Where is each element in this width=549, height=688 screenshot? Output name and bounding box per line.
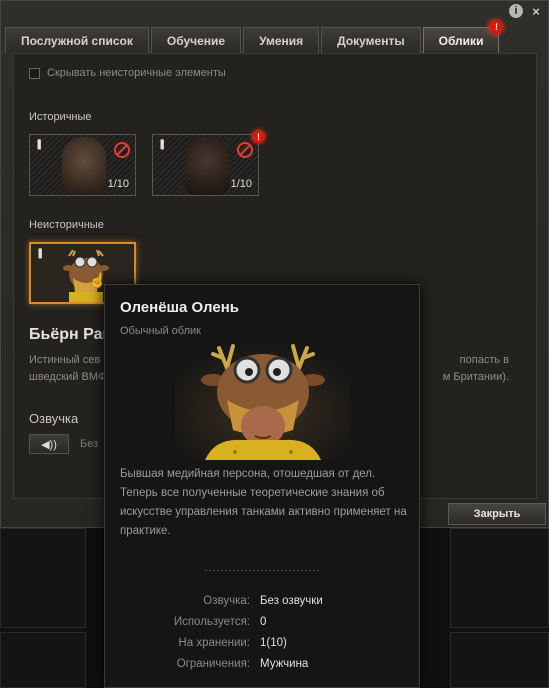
crew-member-name: Бьёрн Рагі bbox=[29, 326, 114, 343]
speaker-icon: ◀)) bbox=[41, 438, 57, 451]
tab-label: Документы bbox=[337, 33, 405, 48]
tooltip-subtitle: Обычный облик bbox=[120, 325, 201, 337]
backdrop-slot bbox=[0, 528, 86, 628]
prop-value: 0 bbox=[260, 615, 267, 628]
lamp-icon: ❚ bbox=[158, 139, 167, 150]
desc-fragment: попасть в bbox=[459, 354, 509, 366]
tooltip-properties: Озвучка: Без озвучки Используется: 0 На … bbox=[105, 590, 421, 674]
tooltip-divider bbox=[205, 570, 321, 571]
close-window-icon[interactable]: × bbox=[529, 4, 543, 19]
tab-alert-badge: ! bbox=[489, 20, 504, 34]
tab-training[interactable]: Обучение bbox=[150, 27, 242, 53]
lamp-icon: ❚ bbox=[35, 139, 44, 150]
skin-alert-badge: ! bbox=[252, 130, 265, 143]
backdrop-slot bbox=[0, 632, 86, 688]
voice-play-button[interactable]: ◀)) bbox=[29, 434, 69, 454]
tooltip-title: Оленёша Олень bbox=[120, 299, 239, 316]
tooltip-portrait bbox=[175, 340, 351, 460]
tooltip-description: Бывшая медийная персона, отошедшая от де… bbox=[120, 468, 407, 537]
tooltip-prop-row: На хранении: 1(10) bbox=[105, 632, 421, 653]
tab-label: Умения bbox=[259, 33, 304, 48]
ban-icon bbox=[114, 142, 130, 158]
skin-count: 1/10 bbox=[230, 178, 252, 190]
info-icon[interactable]: i bbox=[509, 4, 523, 18]
desc-fragment: Истинный сев bbox=[29, 354, 101, 366]
tab-label: Обучение bbox=[166, 33, 226, 48]
backdrop-slot bbox=[450, 632, 549, 688]
tooltip-prop-row: Используется: 0 bbox=[105, 611, 421, 632]
nonhistorical-section-label: Неисторичные bbox=[29, 219, 104, 231]
tab-skins[interactable]: Облики ! bbox=[422, 20, 504, 53]
tooltip-prop-row: Озвучка: Без озвучки bbox=[105, 590, 421, 611]
skin-tooltip: Оленёша Олень Обычный облик Бывшая медий… bbox=[104, 284, 420, 688]
tab-service-record[interactable]: Послужной список bbox=[5, 27, 149, 53]
prop-value: Мужчина bbox=[260, 657, 309, 670]
prop-value: 1(10) bbox=[260, 636, 287, 649]
lamp-icon: ❚ bbox=[36, 248, 45, 259]
tooltip-prop-row: Ограничения: Мужчина bbox=[105, 653, 421, 674]
prop-key: Озвучка: bbox=[203, 594, 250, 607]
tab-documents[interactable]: Документы bbox=[321, 27, 421, 53]
hide-nonhistorical-checkbox[interactable] bbox=[29, 67, 40, 79]
prop-key: Используется: bbox=[173, 615, 250, 628]
historical-section-label: Историчные bbox=[29, 111, 92, 123]
prop-key: Ограничения: bbox=[176, 657, 250, 670]
hide-nonhistorical-toggle[interactable]: Скрывать неисторичные элементы bbox=[29, 67, 226, 79]
skin-card-historical-2[interactable]: ❚ 1/10 ! bbox=[152, 130, 265, 196]
hide-nonhistorical-label: Скрывать неисторичные элементы bbox=[47, 67, 226, 79]
tab-label: Послужной список bbox=[21, 33, 133, 48]
close-button[interactable]: Закрыть bbox=[448, 503, 546, 525]
prop-key: На хранении: bbox=[178, 636, 250, 649]
desc-fragment: шведский ВМФ bbox=[29, 371, 107, 383]
prop-value: Без озвучки bbox=[260, 594, 323, 607]
tab-bar: Послужной список Обучение Умения Докумен… bbox=[5, 20, 504, 53]
skin-portrait bbox=[185, 137, 229, 195]
tab-skills[interactable]: Умения bbox=[243, 27, 320, 53]
skin-card-historical-1[interactable]: ❚ 1/10 bbox=[29, 134, 136, 196]
desc-fragment: м Британии). bbox=[442, 371, 509, 383]
voice-label: Озвучка bbox=[29, 411, 79, 426]
skin-portrait bbox=[62, 137, 106, 195]
tab-label: Облики bbox=[438, 33, 484, 48]
ban-icon bbox=[237, 142, 253, 158]
skin-count: 1/10 bbox=[107, 178, 129, 190]
voice-value: Без bbox=[80, 438, 99, 450]
backdrop-slot bbox=[450, 528, 549, 628]
